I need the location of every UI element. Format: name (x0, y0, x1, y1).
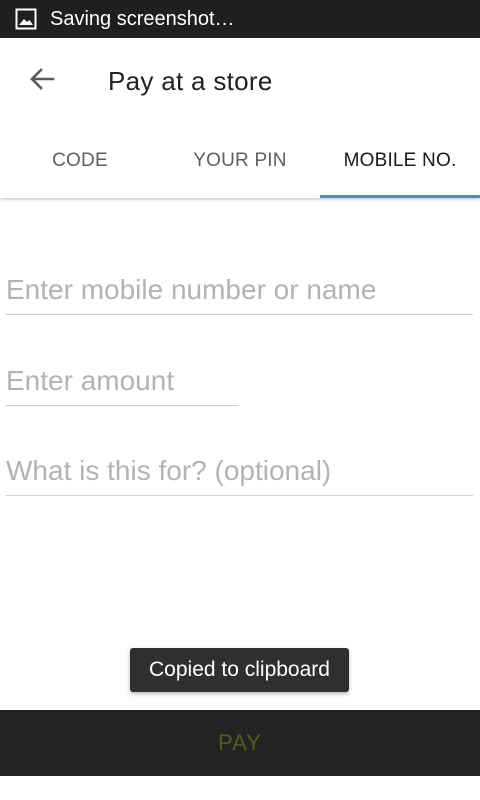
notification-text: Saving screenshot… (50, 7, 235, 30)
pay-button-label: PAY (218, 730, 262, 755)
tab-label: MOBILE NO. (343, 150, 457, 171)
tab-label: YOUR PIN (193, 150, 287, 171)
clipboard-toast: Copied to clipboard (130, 648, 349, 692)
arrow-back-icon (28, 65, 56, 98)
tab-your-pin[interactable]: YOUR PIN (160, 124, 320, 198)
back-button[interactable] (18, 57, 66, 105)
image-icon (14, 7, 38, 31)
tab-code[interactable]: CODE (0, 124, 160, 198)
note-input[interactable] (6, 451, 473, 491)
amount-input[interactable] (6, 361, 239, 401)
tab-bar: CODE YOUR PIN MOBILE NO. (0, 124, 480, 198)
tab-mobile-no[interactable]: MOBILE NO. (320, 124, 480, 198)
status-bar: Saving screenshot… (0, 0, 480, 38)
note-field[interactable] (6, 451, 473, 496)
amount-field[interactable] (6, 361, 239, 406)
app-bar: Pay at a store (0, 38, 480, 124)
pay-button[interactable]: PAY (0, 710, 480, 776)
mobile-number-input[interactable] (6, 270, 473, 310)
page-title: Pay at a store (108, 65, 273, 96)
toast-text: Copied to clipboard (149, 658, 330, 681)
tab-label: CODE (52, 150, 108, 171)
mobile-number-field[interactable] (6, 270, 473, 315)
